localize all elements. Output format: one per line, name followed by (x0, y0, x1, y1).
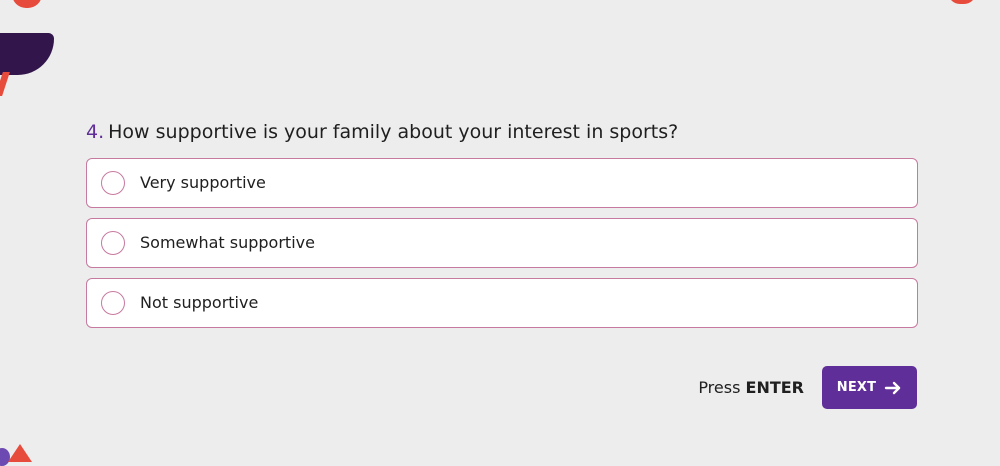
decorative-shape-top-right-red (948, 0, 976, 4)
press-enter-hint: Press ENTER (698, 378, 804, 398)
press-label: Press (698, 377, 741, 397)
question-number: 4. (86, 121, 105, 143)
arrow-right-icon (885, 381, 901, 394)
radio-button[interactable] (101, 171, 125, 195)
option-label: Not supportive (140, 293, 259, 312)
option-label: Somewhat supportive (140, 233, 315, 252)
enter-key-label: ENTER (745, 377, 804, 397)
next-button-label: NEXT (836, 380, 877, 395)
footer-actions: Press ENTER NEXT (698, 366, 917, 409)
option-somewhat-supportive[interactable]: Somewhat supportive (86, 218, 918, 268)
radio-button[interactable] (101, 231, 125, 255)
next-button[interactable]: NEXT (822, 366, 917, 409)
decorative-shape-top-left-purple (0, 33, 54, 75)
question-text: How supportive is your family about your… (108, 121, 679, 143)
decorative-shape-bottom-left-red (8, 444, 32, 462)
decorative-shape-left-red-stripe (0, 72, 10, 96)
decorative-shape-top-left-red (12, 0, 42, 8)
option-not-supportive[interactable]: Not supportive (86, 278, 918, 328)
question-title: 4. How supportive is your family about yo… (86, 119, 916, 145)
option-very-supportive[interactable]: Very supportive (86, 158, 918, 208)
answer-options: Very supportive Somewhat supportive Not … (86, 158, 918, 338)
option-label: Very supportive (140, 173, 266, 192)
radio-button[interactable] (101, 291, 125, 315)
